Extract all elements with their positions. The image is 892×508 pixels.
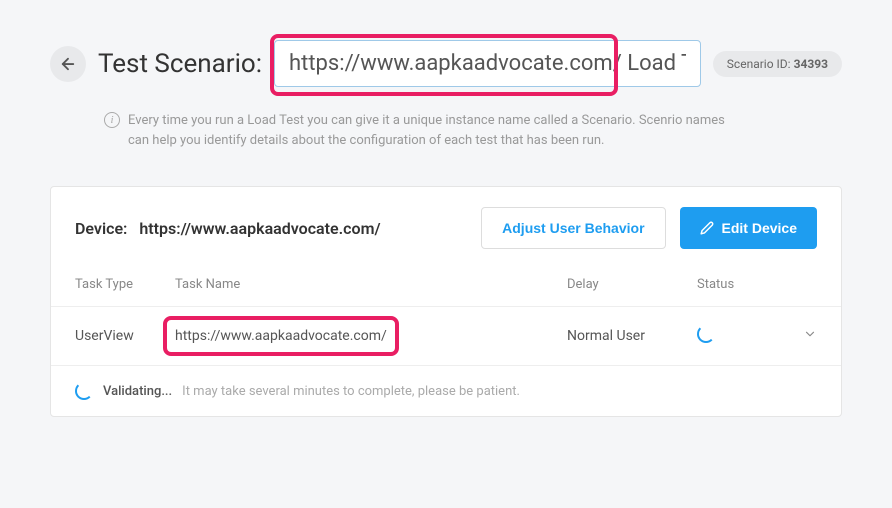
adjust-user-behavior-label: Adjust User Behavior — [502, 220, 644, 236]
device-label: Device: — [75, 219, 127, 238]
scenario-id-badge: Scenario ID: 34393 — [713, 51, 842, 77]
scenario-label: Test Scenario: — [98, 49, 262, 79]
arrow-left-icon — [59, 55, 77, 73]
expand-row-button[interactable] — [787, 327, 817, 345]
cell-taskname: https://www.aapkaadvocate.com/ — [175, 328, 387, 344]
adjust-user-behavior-button[interactable]: Adjust User Behavior — [481, 207, 665, 249]
scenario-name-input[interactable] — [274, 40, 701, 87]
table-header: Task Type Task Name Delay Status — [51, 269, 841, 306]
col-header-tasktype: Task Type — [75, 277, 175, 292]
col-header-taskname: Task Name — [175, 277, 567, 292]
edit-device-button[interactable]: Edit Device — [680, 207, 817, 249]
validating-row: Validating... It may take several minute… — [51, 365, 841, 416]
validating-label: Validating... — [103, 384, 172, 399]
back-button[interactable] — [50, 46, 86, 82]
info-icon: i — [104, 112, 120, 128]
scenario-id-label: Scenario ID: — [727, 57, 791, 71]
pencil-icon — [700, 221, 714, 235]
loading-spinner-icon — [75, 382, 93, 400]
scenario-id-value: 34393 — [794, 57, 828, 71]
cell-delay: Normal User — [567, 328, 697, 344]
info-text: Every time you run a Load Test you can g… — [128, 111, 744, 150]
validating-message: It may take several minutes to complete,… — [182, 384, 520, 399]
loading-spinner-icon — [697, 325, 715, 343]
chevron-down-icon — [803, 327, 817, 341]
col-header-delay: Delay — [567, 277, 697, 292]
device-url: https://www.aapkaadvocate.com/ — [139, 219, 380, 238]
device-card: Device: https://www.aapkaadvocate.com/ A… — [50, 186, 842, 417]
col-header-status: Status — [697, 277, 787, 292]
device-label-row: Device: https://www.aapkaadvocate.com/ — [75, 219, 381, 238]
cell-tasktype: UserView — [75, 328, 175, 344]
table-row[interactable]: UserView https://www.aapkaadvocate.com/ … — [51, 306, 841, 365]
edit-device-label: Edit Device — [722, 220, 797, 236]
